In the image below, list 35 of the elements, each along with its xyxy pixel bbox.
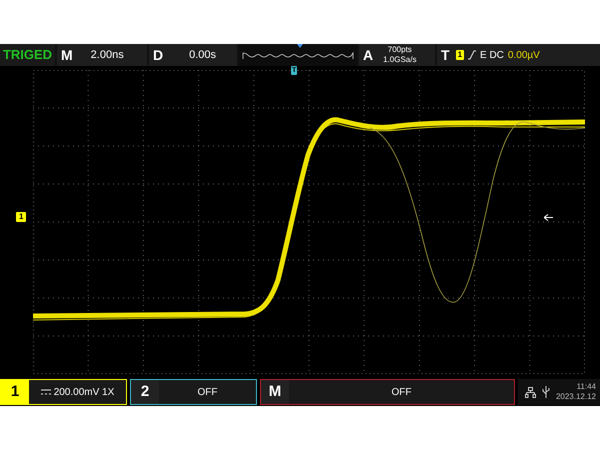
channel-number: 2 xyxy=(131,380,159,404)
timebase-panel[interactable]: M 2.00ns xyxy=(57,44,147,66)
channel-offset-marker: 1 xyxy=(16,212,26,222)
sample-rate: 1.0GSa/s xyxy=(383,55,416,65)
channel-number: M xyxy=(261,380,289,404)
channel-setting: OFF xyxy=(392,386,412,400)
delay-label: D xyxy=(153,46,164,64)
dc-coupling-icon xyxy=(40,389,51,395)
position-marker-icon xyxy=(297,44,303,48)
trigger-panel[interactable]: T 1 E DC 0.00µV xyxy=(437,44,600,66)
trigger-status: TRIGED xyxy=(0,44,55,66)
channel-number: 1 xyxy=(1,380,29,404)
channel-tab[interactable]: 2 OFF xyxy=(130,379,257,405)
acquire-panel[interactable]: A 700pts 1.0GSa/s xyxy=(359,44,435,66)
network-icon xyxy=(524,386,536,398)
acquire-label: A xyxy=(363,46,374,64)
timebase-value: 2.00ns xyxy=(90,48,124,63)
trigger-mode: E DC xyxy=(480,48,504,62)
timebase-label: M xyxy=(61,46,73,64)
channel-setting: 200.00mV 1X xyxy=(54,386,114,400)
clock-date: 2023.12.12 xyxy=(556,392,596,402)
memory-waveform-icon xyxy=(242,50,354,60)
channel-tab[interactable]: 1 200.00mV 1X xyxy=(0,379,127,405)
usb-icon xyxy=(542,386,550,398)
clock-time: 11:44 xyxy=(576,382,596,392)
delay-value: 0.00s xyxy=(189,48,216,63)
delay-panel[interactable]: D 0.00s xyxy=(149,44,237,66)
trigger-source-badge: 1 xyxy=(456,50,464,60)
trigger-label: T xyxy=(441,46,450,64)
channel-tab[interactable]: M OFF xyxy=(260,379,515,405)
trigger-level-arrow-icon xyxy=(544,214,553,221)
rising-edge-icon xyxy=(468,50,476,60)
sample-points: 700pts xyxy=(388,45,412,55)
channel-setting: OFF xyxy=(198,386,218,400)
trigger-level: 0.00µV xyxy=(508,48,540,62)
